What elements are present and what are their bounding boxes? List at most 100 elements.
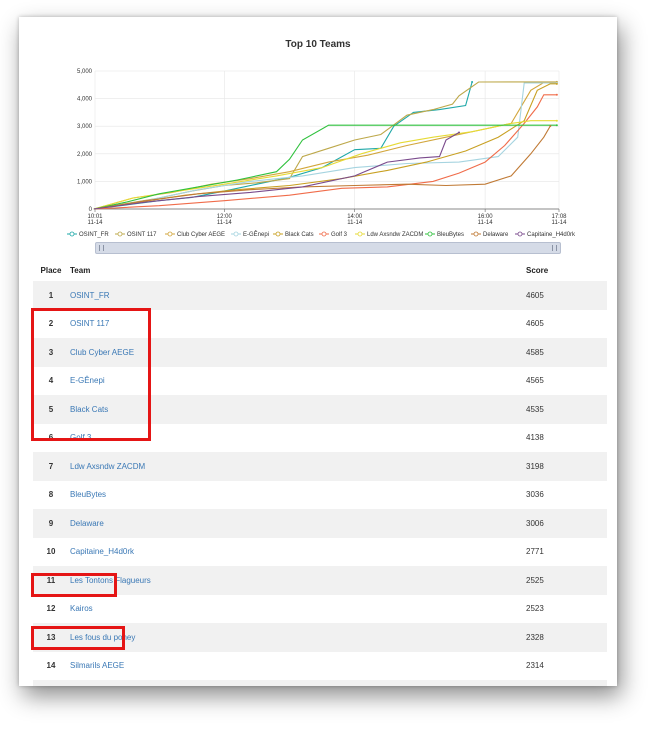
scrollbar-right-handle[interactable]: [552, 245, 557, 251]
legend-swatch-marker: [321, 231, 327, 237]
series-end-point: [555, 82, 558, 85]
score-cell: 2314: [526, 661, 544, 671]
y-tick-label: 2,000: [77, 152, 93, 158]
series-end-point: [458, 131, 461, 134]
place-cell: 1: [33, 281, 69, 310]
series-end-point: [555, 124, 558, 127]
legend-item-label[interactable]: OSINT_FR: [79, 232, 109, 238]
legend-item-label[interactable]: OSINT 117: [127, 232, 157, 238]
table-row: 10 Capitaine_H4d0rk 2771: [33, 538, 607, 567]
table-row: 9 Delaware 3006: [33, 509, 607, 538]
legend-swatch-marker: [473, 231, 479, 237]
score-cell: 4535: [525, 395, 607, 424]
team-cell: Silmarils AEGE: [69, 652, 525, 681]
score-cell: 4565: [526, 376, 544, 386]
team-link[interactable]: Silmarils AEGE: [70, 661, 124, 670]
place-cell: 9: [33, 509, 69, 538]
table-row: 8 BleuBytes 3036: [33, 481, 607, 510]
series-line: [93, 132, 460, 210]
score-cell: 4138: [526, 433, 544, 443]
score-cell: 2328: [525, 623, 607, 652]
chart-zoom-scrollbar[interactable]: [95, 242, 561, 254]
team-cell: Delaware: [69, 509, 525, 538]
legend-item-label[interactable]: E-GÊnepi: [243, 230, 269, 238]
y-tick-label: 3,000: [77, 124, 93, 130]
legend-item-label[interactable]: Capitaine_H4d0rk: [527, 232, 576, 238]
team-link[interactable]: Ldw Axsndw ZACDM: [70, 462, 145, 471]
team-link[interactable]: Delaware: [70, 519, 104, 528]
table-row: 14 Silmarils AEGE 2314: [33, 652, 607, 681]
team-cell: BleuBytes: [69, 481, 525, 510]
highlight-box-row-14: [31, 626, 125, 650]
place-cell: 8: [48, 490, 54, 500]
x-tick-date-label: 11-14: [552, 220, 568, 226]
score-cell: 3198: [525, 452, 607, 481]
x-tick-date-label: 11-14: [88, 220, 104, 226]
team-cell: Morsos: [69, 680, 525, 686]
legend-item-label[interactable]: Ldw Axsndw ZACDM: [367, 232, 423, 238]
legend-swatch-marker: [167, 231, 173, 237]
score-cell: 4605: [526, 319, 544, 329]
place-cell: 15: [33, 680, 69, 686]
table-row: 12 Kairos 2523: [33, 595, 607, 624]
legend-item-label[interactable]: Delaware: [483, 232, 509, 238]
x-tick-date-label: 11-14: [217, 220, 233, 226]
score-cell: 2196: [525, 680, 607, 686]
highlight-box-row-12: [31, 573, 117, 597]
place-cell: 12: [46, 604, 56, 614]
team-cell: Capitaine_H4d0rk: [69, 538, 525, 567]
legend-swatch-marker: [427, 231, 433, 237]
legend-swatch-marker: [69, 231, 75, 237]
team-cell: Les Tontons Flagueurs: [69, 566, 525, 595]
team-cell: Ldw Axsndw ZACDM: [69, 452, 525, 481]
x-tick-date-label: 11-14: [347, 220, 363, 226]
place-cell: 14: [46, 661, 56, 671]
score-cell: 4585: [525, 338, 607, 367]
team-link[interactable]: BleuBytes: [70, 490, 106, 499]
table-row: 7 Ldw Axsndw ZACDM 3198: [33, 452, 607, 481]
y-tick-label: 0: [89, 207, 93, 213]
legend-item-label[interactable]: Club Cyber AEGE: [177, 232, 225, 238]
score-cell: 2523: [526, 604, 544, 614]
score-cell: 2771: [526, 547, 544, 557]
team-cell: OSINT_FR: [69, 281, 525, 310]
series-line: [93, 81, 473, 210]
legend-item-label[interactable]: Black Cats: [285, 232, 314, 238]
header-score: Score: [526, 265, 549, 275]
team-link[interactable]: Kairos: [70, 604, 93, 613]
legend-swatch-marker: [275, 231, 281, 237]
scoreboard-card: Top 10 Teams 0 1,000 2,000 3,000 4,000 5,000 1…: [19, 17, 617, 686]
score-cell: 3006: [525, 509, 607, 538]
team-link[interactable]: Capitaine_H4d0rk: [70, 547, 134, 556]
y-tick-label: 1,000: [77, 179, 93, 185]
scrollbar-left-handle[interactable]: [99, 245, 104, 251]
legend-swatch-marker: [517, 231, 523, 237]
place-cell: 10: [46, 547, 56, 557]
table-row: 1 OSINT_FR 4605: [33, 281, 607, 310]
team-link[interactable]: OSINT_FR: [70, 291, 110, 300]
team-cell: Kairos: [69, 595, 525, 624]
series-end-point: [555, 93, 558, 96]
table-row: 11 Les Tontons Flagueurs 2525: [33, 566, 607, 595]
legend-swatch-marker: [357, 231, 363, 237]
score-cell: 4605: [525, 281, 607, 310]
place-cell: 7: [33, 452, 69, 481]
series-end-point: [555, 119, 558, 122]
header-place: Place: [40, 265, 62, 275]
score-cell: 3036: [526, 490, 544, 500]
highlight-box-rows-2-6: [31, 308, 151, 441]
y-tick-label: 4,000: [77, 97, 93, 103]
legend-swatch-marker: [117, 231, 123, 237]
y-tick-label: 5,000: [77, 69, 93, 75]
table-header-row: Place Team Score: [33, 259, 607, 281]
header-team: Team: [70, 265, 91, 275]
series-line: [93, 94, 557, 210]
legend-item-label[interactable]: Golf 3: [331, 232, 348, 238]
x-tick-date-label: 11-14: [478, 220, 494, 226]
series-end-point: [549, 125, 552, 128]
series-line: [93, 124, 557, 210]
team-cell: Les fous du poney: [69, 623, 525, 652]
legend-item-label[interactable]: BleuBytes: [437, 232, 464, 238]
series-line: [93, 120, 557, 210]
score-cell: 2525: [525, 566, 607, 595]
